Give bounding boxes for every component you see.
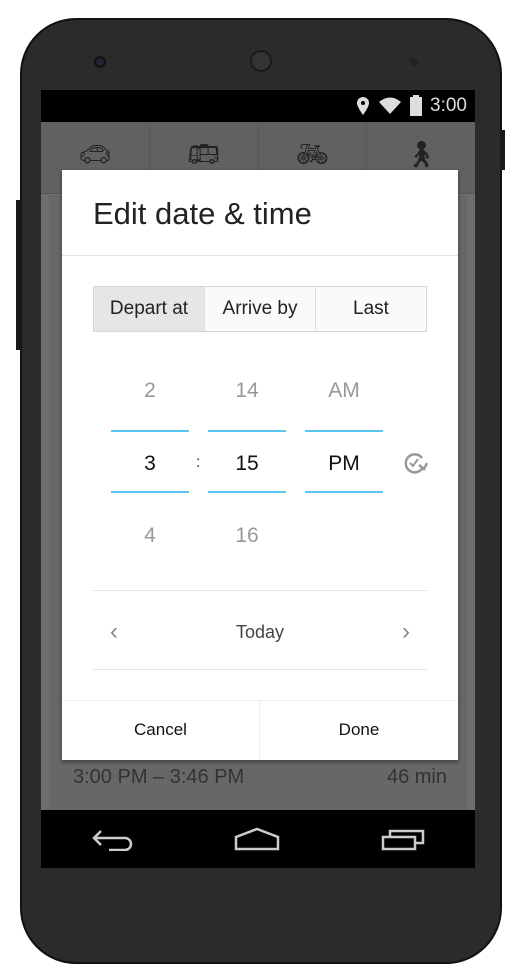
segment-depart-at[interactable]: Depart at [94,287,205,331]
bike-icon: 🚲︎ [295,139,329,169]
time-mode-selector: Depart at Arrive by Last [93,286,427,332]
time-separator: : [196,454,201,471]
ampm-picker[interactable]: PM [305,452,383,476]
walk-icon: 🚶︎ [404,139,438,169]
segment-arrive-by[interactable]: Arrive by [205,287,316,331]
front-camera [94,56,106,68]
dialog-title: Edit date & time [93,196,312,231]
back-icon[interactable] [91,827,133,851]
date-label[interactable]: Today [62,622,458,643]
battery-icon [410,95,422,116]
hour-divider-top [111,430,189,432]
next-day-button[interactable]: › [402,618,410,646]
minute-next[interactable]: 16 [208,524,286,548]
car-icon: 🚗︎ [78,139,112,169]
cancel-button[interactable]: Cancel [62,700,260,760]
trip-duration: 46 min [386,766,447,788]
wifi-icon [379,97,401,114]
power-button[interactable] [500,130,505,170]
status-bar: 3:00 [41,90,475,122]
minute-prev[interactable]: 14 [208,379,286,403]
transit-icon: 🚌︎ [187,139,221,169]
minute-divider-bottom [208,491,286,493]
ampm-prev[interactable]: AM [305,379,383,403]
minute-divider-top [208,430,286,432]
recents-icon[interactable] [381,827,425,851]
segment-last[interactable]: Last [316,287,426,331]
hour-next[interactable]: 4 [111,524,189,548]
speaker-grille [250,50,272,72]
divider [93,590,427,591]
reset-time-icon[interactable] [402,450,428,476]
nav-bar [41,810,475,868]
location-icon [357,97,369,115]
ampm-divider-top [305,430,383,432]
home-icon[interactable] [234,827,280,851]
minute-picker[interactable]: 15 [208,452,286,476]
divider [62,255,458,256]
trip-time-range[interactable]: 3:00 PM – 3:46 PM [73,766,244,789]
hour-picker[interactable]: 3 [111,452,189,476]
edit-date-time-dialog: Edit date & time Depart at Arrive by Las… [62,170,458,760]
divider [93,669,427,670]
done-button[interactable]: Done [260,700,458,760]
status-time: 3:00 [430,95,467,116]
sensor [410,58,418,66]
volume-button[interactable] [16,200,21,350]
ampm-divider-bottom [305,491,383,493]
hour-divider-bottom [111,491,189,493]
hour-prev[interactable]: 2 [111,379,189,403]
